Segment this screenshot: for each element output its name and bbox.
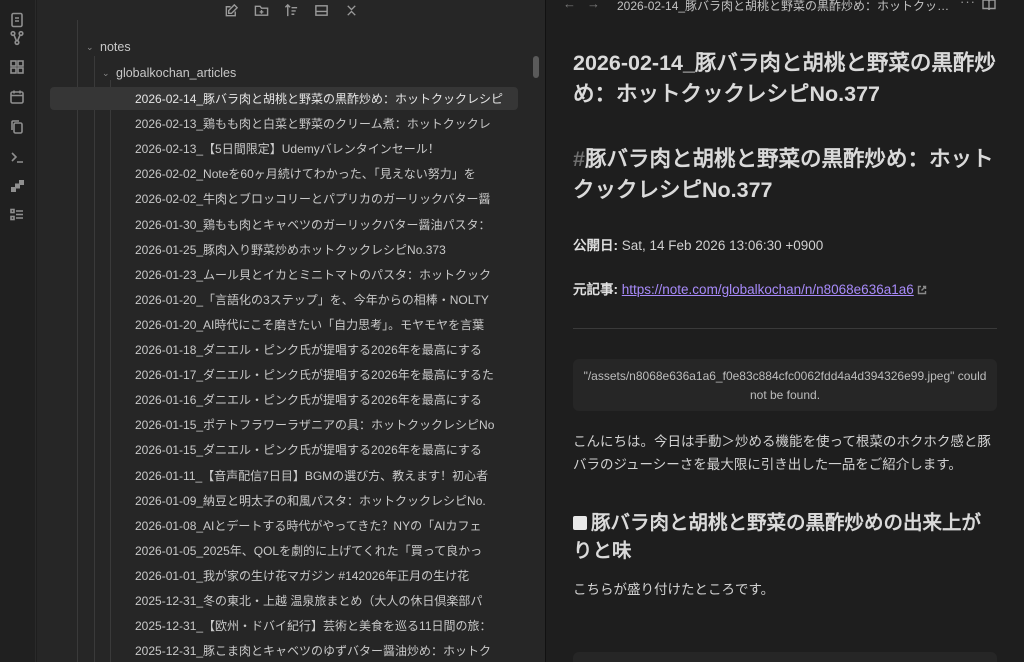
- file-item-label: 2026-01-17_ダニエル・ピンク氏が提唱する2026年を最高にするた: [135, 368, 494, 383]
- file-item[interactable]: 2026-02-02_Noteを60ヶ月続けてわかった、「見えない努力」を: [50, 162, 518, 185]
- source-link[interactable]: https://note.com/globalkochan/n/n8068e63…: [622, 282, 914, 297]
- black-square-icon: [573, 516, 587, 530]
- file-item-label: 2025-12-31_豚こま肉とキャベツのゆずバター醤油炒め：ホットク: [135, 644, 492, 659]
- file-item-label: 2026-02-13_鶏もも肉と白菜と野菜のクリーム煮：ホットクックレ: [135, 117, 491, 132]
- collapse-icon[interactable]: [313, 2, 329, 18]
- copy-icon[interactable]: [9, 119, 25, 135]
- forward-arrow-icon[interactable]: →: [587, 0, 600, 11]
- heading-2[interactable]: 豚バラ肉と胡桃と野菜の黒酢炒めの出来上がりと味: [573, 509, 997, 565]
- file-item-label: 2026-01-18_ダニエル・ピンク氏が提唱する2026年を最高にする: [135, 343, 482, 357]
- file-item-label: 2026-01-08_AIとデートする時代がやってきた？NYの「AIカフェ: [135, 518, 482, 533]
- heading-1[interactable]: #豚バラ肉と胡桃と野菜の黒酢炒め：ホットクックレシピNo.377: [573, 144, 997, 206]
- more-options-icon[interactable]: ···: [960, 0, 976, 9]
- file-item[interactable]: 2025-12-31_豚こま肉とキャベツのゆずバター醤油炒め：ホットク: [50, 639, 518, 662]
- chevron-down-icon: ⌄: [102, 67, 110, 78]
- file-item[interactable]: 2026-01-16_ダニエル・ピンク氏が提唱する2026年を最高にする: [50, 388, 518, 411]
- stack-icon[interactable]: [9, 178, 25, 194]
- file-item[interactable]: 2026-01-18_ダニエル・ピンク氏が提唱する2026年を最高にする: [50, 338, 518, 361]
- file-item[interactable]: 2026-01-01_我が家の生け花マガジン #142026年正月の生け花: [50, 564, 518, 587]
- file-item-label: 2026-01-30_鶏もも肉とキャベツのガーリックバター醤油パスタ：: [135, 217, 491, 232]
- file-item[interactable]: 2026-01-20_AI時代にこそ磨きたい「自力思考」。モヤモヤを言葉: [50, 313, 518, 336]
- file-item[interactable]: 2026-01-11_【音声配信7日目】BGMの選び方、教えます！初心者: [50, 464, 518, 487]
- published-value: Sat, 14 Feb 2026 13:06:30 +0900: [618, 238, 824, 253]
- file-item-label: 2026-01-20_AI時代にこそ磨きたい「自力思考」。モヤモヤを言葉: [135, 317, 485, 332]
- source-label: 元記事:: [573, 282, 618, 297]
- horizontal-rule: [573, 328, 997, 329]
- file-item[interactable]: 2026-01-15_ポテトフラワーラザニアの具：ホットクックレシピNo: [50, 413, 518, 436]
- file-item[interactable]: 2025-12-31_【欧州・ドバイ紀行】芸術と美食を巡る11日間の旅：: [50, 614, 518, 637]
- published-label: 公開日:: [573, 238, 618, 253]
- chevron-down-icon: ⌄: [86, 41, 94, 52]
- file-item-label: 2026-01-20_「言語化の3ステップ」を、今年からの相棒・NOLTY: [135, 292, 489, 307]
- file-item-label: 2026-01-16_ダニエル・ピンク氏が提唱する2026年を最高にする: [135, 393, 482, 408]
- note-content: 2026-02-14_豚バラ肉と胡桃と野菜の黒酢炒め：ホットクックレシピNo.3…: [573, 48, 997, 600]
- file-item-label: 2026-01-15_ダニエル・ピンク氏が提唱する2026年を最高にする: [135, 443, 482, 458]
- file-item-label: 2026-02-02_Noteを60ヶ月続けてわかった、「見えない努力」を: [135, 167, 476, 182]
- back-arrow-icon[interactable]: ←: [563, 0, 576, 11]
- source-article: 元記事: https://note.com/globalkochan/n/n80…: [573, 280, 997, 301]
- calendar-icon[interactable]: [9, 89, 25, 105]
- tab-title[interactable]: 2026-02-14_豚バラ肉と胡桃と野菜の黒酢炒め：ホットクック…: [617, 0, 957, 14]
- explorer-toolbar: [37, 0, 545, 20]
- file-item[interactable]: 2026-02-13_鶏もも肉と白菜と野菜のクリーム煮：ホットクックレ: [50, 112, 518, 135]
- next-embed-block: [573, 652, 997, 662]
- file-item[interactable]: 2025-12-31_冬の東北・上越 温泉旅まとめ（大人の休日倶楽部パ: [50, 589, 518, 612]
- file-item-label: 2026-02-13_【5日間限定】Udemyバレンタインセール！: [135, 142, 440, 157]
- new-folder-icon[interactable]: [253, 2, 269, 18]
- external-link-icon: [917, 281, 927, 301]
- close-icon[interactable]: [343, 2, 359, 18]
- intro-paragraph: こんにちは。今日は手動＞炒める機能を使って根菜のホクホク感と豚バラのジューシーさ…: [573, 434, 991, 472]
- editor-header: ← → 2026-02-14_豚バラ肉と胡桃と野菜の黒酢炒め：ホットクック… ·…: [546, 0, 1024, 14]
- file-item[interactable]: 2026-01-09_納豆と明太子の和風パスタ：ホットクックレシピNo.: [50, 489, 518, 512]
- folder-label: globalkochan_articles: [116, 66, 237, 80]
- file-item[interactable]: 2026-01-30_鶏もも肉とキャベツのガーリックバター醤油パスタ：: [50, 213, 518, 236]
- body-paragraph: こちらが盛り付けたところです。: [573, 582, 775, 597]
- heading-2-text: 豚バラ肉と胡桃と野菜の黒酢炒めの出来上がりと味: [573, 512, 982, 562]
- left-ribbon: [0, 0, 36, 662]
- file-item-label: 2026-02-02_牛肉とブロッコリーとパプリカのガーリックバター醤: [135, 192, 491, 207]
- graph-icon[interactable]: [9, 30, 25, 46]
- file-item-label: 2026-01-15_ポテトフラワーラザニアの具：ホットクックレシピNo: [135, 418, 495, 433]
- file-item-label: 2026-01-05_2025年、QOLを劇的に上げてくれた「買って良かっ: [135, 543, 483, 558]
- file-item[interactable]: 2026-02-13_【5日間限定】Udemyバレンタインセール！: [50, 137, 518, 160]
- obsidian-window: ⌄ notes ⌄ globalkochan_articles 2026-02-…: [0, 0, 1024, 662]
- file-item-label: 2026-02-14_豚バラ肉と胡桃と野菜の黒酢炒め：ホットクックレシピ: [135, 92, 504, 106]
- note-title[interactable]: 2026-02-14_豚バラ肉と胡桃と野菜の黒酢炒め：ホットクックレシピNo.3…: [573, 48, 997, 110]
- folder-globalkochan-articles[interactable]: ⌄ globalkochan_articles: [102, 61, 236, 85]
- file-explorer: ⌄ notes ⌄ globalkochan_articles 2026-02-…: [37, 0, 545, 662]
- new-note-icon[interactable]: [223, 2, 239, 18]
- file-item[interactable]: 2026-01-15_ダニエル・ピンク氏が提唱する2026年を最高にする: [50, 438, 518, 461]
- file-item[interactable]: 2026-01-08_AIとデートする時代がやってきた？NYの「AIカフェ: [50, 514, 518, 537]
- file-item[interactable]: 2026-01-23_ムール貝とイカとミニトマトのパスタ：ホットクック: [50, 263, 518, 286]
- file-item-label: 2026-01-23_ムール貝とイカとミニトマトのパスタ：ホットクック: [135, 267, 492, 282]
- file-item[interactable]: 2026-01-17_ダニエル・ピンク氏が提唱する2026年を最高にするた: [50, 363, 518, 386]
- file-item[interactable]: 2026-01-05_2025年、QOLを劇的に上げてくれた「買って良かっ: [50, 539, 518, 562]
- list-icon[interactable]: [9, 207, 25, 223]
- sort-icon[interactable]: [283, 2, 299, 18]
- terminal-icon[interactable]: [9, 149, 25, 165]
- file-item-label: 2025-12-31_【欧州・ドバイ紀行】芸術と美食を巡る11日間の旅：: [135, 619, 492, 634]
- file-item-label: 2026-01-11_【音声配信7日目】BGMの選び方、教えます！初心者: [135, 468, 489, 483]
- reading-view-icon[interactable]: [982, 0, 996, 16]
- folder-notes[interactable]: ⌄ notes: [86, 35, 131, 59]
- file-item-label: 2026-01-09_納豆と明太子の和風パスタ：ホットクックレシピNo.: [135, 493, 486, 508]
- file-item-label: 2026-01-25_豚肉入り野菜炒めホットクックレシピNo.373: [135, 242, 446, 257]
- scrollbar-thumb[interactable]: [533, 56, 539, 78]
- heading-1-text: 豚バラ肉と胡桃と野菜の黒酢炒め：ホットクックレシピNo.377: [573, 147, 994, 202]
- layout-icon[interactable]: [9, 59, 25, 75]
- file-item-label: 2025-12-31_冬の東北・上越 温泉旅まとめ（大人の休日倶楽部パ: [135, 594, 483, 608]
- files-icon[interactable]: [9, 12, 25, 28]
- missing-image-embed[interactable]: "/assets/n8068e636a1a6_f0e83c884cfc0062f…: [573, 359, 997, 411]
- published-date: 公開日: Sat, 14 Feb 2026 13:06:30 +0900: [573, 236, 997, 256]
- file-item-label: 2026-01-01_我が家の生け花マガジン #142026年正月の生け花: [135, 568, 470, 583]
- editor-pane: ← → 2026-02-14_豚バラ肉と胡桃と野菜の黒酢炒め：ホットクック… ·…: [546, 0, 1024, 662]
- file-item[interactable]: 2026-02-02_牛肉とブロッコリーとパプリカのガーリックバター醤: [50, 187, 518, 210]
- file-item[interactable]: 2026-01-25_豚肉入り野菜炒めホットクックレシピNo.373: [50, 238, 518, 261]
- heading-hash-marker: #: [573, 147, 585, 171]
- file-item[interactable]: 2026-02-14_豚バラ肉と胡桃と野菜の黒酢炒め：ホットクックレシピ: [50, 87, 518, 110]
- file-item[interactable]: 2026-01-20_「言語化の3ステップ」を、今年からの相棒・NOLTY: [50, 288, 518, 311]
- folder-label: notes: [100, 40, 131, 54]
